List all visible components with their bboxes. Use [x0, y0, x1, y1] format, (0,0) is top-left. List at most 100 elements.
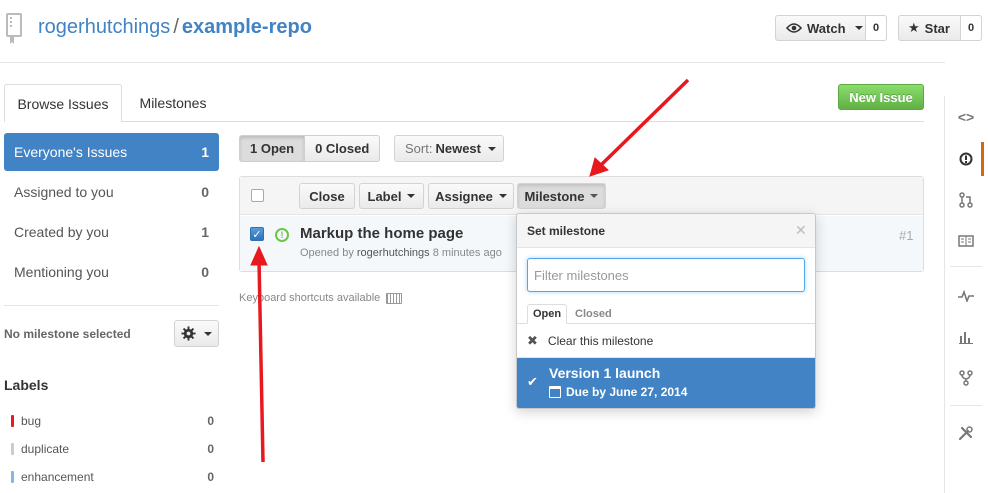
issue-author-link[interactable]: rogerhutchings	[357, 247, 430, 259]
issue-title-link[interactable]: Markup the home page	[300, 225, 463, 242]
repo-icon	[6, 13, 22, 44]
filter-count: 0	[201, 184, 209, 200]
clear-milestone-label: Clear this milestone	[547, 333, 654, 348]
label-count: 0	[207, 470, 214, 484]
issues-icon[interactable]	[948, 144, 984, 174]
filter-everyones-issues[interactable]: Everyone's Issues 1	[4, 133, 219, 171]
filter-assigned-to-you[interactable]: Assigned to you 0	[4, 173, 219, 211]
new-issue-button[interactable]: New Issue	[838, 84, 924, 110]
tab-closed-milestones[interactable]: Closed	[575, 304, 612, 324]
close-icon[interactable]: ✕	[795, 222, 807, 239]
chevron-down-icon	[854, 26, 863, 30]
issue-number: #1	[899, 228, 914, 243]
issue-opened-prefix: Opened by	[300, 247, 354, 259]
issue-select-checkbox[interactable]: ✓	[250, 227, 264, 241]
repo-owner-link[interactable]: rogerhutchings	[38, 16, 170, 38]
label-name: enhancement	[21, 470, 94, 484]
milestone-filter-status: No milestone selected	[4, 327, 131, 341]
issue-opened-icon: !	[275, 228, 289, 242]
sort-prefix: Sort:	[405, 141, 433, 156]
milestone-due-text: Due by June 27, 2014	[566, 385, 688, 399]
tab-browse-issues[interactable]: Browse Issues	[4, 84, 122, 122]
wiki-icon[interactable]	[948, 226, 984, 256]
clear-milestone-item[interactable]: ✖ Clear this milestone	[517, 324, 815, 358]
keyboard-shortcuts-text: Keyboard shortcuts available	[239, 292, 381, 304]
close-issues-button[interactable]: Close	[299, 183, 355, 209]
keyboard-icon	[386, 292, 403, 304]
issue-state-toggle: 1 Open 0 Closed	[239, 135, 381, 162]
chevron-down-icon	[488, 146, 496, 151]
chevron-down-icon	[407, 194, 416, 198]
assignee-dropdown-button[interactable]: Assignee	[428, 183, 514, 209]
popup-title: Set milestone	[517, 214, 815, 248]
sort-value: Newest	[435, 141, 481, 156]
filter-milestones-input[interactable]	[527, 258, 805, 292]
watch-count[interactable]: 0	[866, 15, 887, 41]
assignee-dropdown-text: Assignee	[435, 188, 493, 204]
star-button[interactable]: ★ Star	[898, 15, 961, 41]
check-icon: ✔	[527, 374, 538, 389]
milestone-dropdown-text: Milestone	[524, 188, 585, 204]
annotation-arrow-checkbox	[257, 259, 265, 463]
milestone-dropdown-button[interactable]: Milestone	[517, 183, 606, 209]
eye-icon	[786, 23, 802, 33]
graphs-icon[interactable]	[948, 322, 984, 352]
milestone-settings-button[interactable]	[174, 320, 219, 347]
milestone-due: Due by June 27, 2014	[549, 385, 687, 399]
filter-count: 1	[201, 144, 209, 160]
repo-separator: /	[173, 16, 179, 38]
chevron-down-icon	[590, 194, 599, 198]
tabs-divider	[4, 121, 924, 122]
closed-issues-button[interactable]: 0 Closed	[305, 135, 381, 162]
sidebar-divider	[4, 305, 219, 306]
label-count: 0	[207, 442, 214, 456]
tab-milestones[interactable]: Milestones	[124, 84, 222, 122]
filter-count: 1	[201, 224, 209, 240]
label-color-swatch	[11, 415, 14, 427]
keyboard-shortcuts-hint[interactable]: Keyboard shortcuts available	[239, 292, 403, 304]
header-divider	[0, 62, 945, 63]
rail-divider	[950, 266, 982, 267]
label-name: duplicate	[21, 442, 70, 456]
filter-created-by-you[interactable]: Created by you 1	[4, 213, 219, 251]
label-duplicate[interactable]: duplicate 0	[4, 439, 214, 459]
star-count[interactable]: 0	[961, 15, 982, 41]
label-color-swatch	[11, 443, 14, 455]
milestone-popup: Set milestone ✕ Open Closed ✖ Clear this…	[516, 213, 816, 409]
label-bug[interactable]: bug 0	[4, 411, 214, 431]
sort-dropdown[interactable]: Sort: Newest	[394, 135, 504, 162]
close-icon: ✖	[527, 332, 538, 348]
star-icon: ★	[908, 20, 920, 35]
select-all-checkbox[interactable]	[251, 189, 264, 202]
filter-mentioning-you[interactable]: Mentioning you 0	[4, 253, 219, 291]
star-label: Star	[924, 20, 950, 36]
repo-name-link[interactable]: example-repo	[182, 16, 312, 38]
chevron-down-icon	[498, 194, 507, 198]
rail-divider	[950, 405, 982, 406]
calendar-icon	[549, 386, 561, 398]
pull-request-icon[interactable]	[948, 185, 984, 215]
label-dropdown-button[interactable]: Label	[359, 183, 424, 209]
watch-label: Watch	[807, 20, 846, 36]
label-count: 0	[207, 414, 214, 428]
open-issues-button[interactable]: 1 Open	[239, 135, 306, 162]
label-dropdown-text: Label	[367, 188, 402, 204]
code-icon[interactable]: <>	[948, 102, 984, 132]
watch-button[interactable]: Watch	[775, 15, 866, 41]
issue-time: 8 minutes ago	[432, 247, 502, 259]
issue-meta: Opened by rogerhutchings 8 minutes ago	[300, 247, 502, 259]
label-enhancement[interactable]: enhancement 0	[4, 467, 214, 487]
milestone-title: Version 1 launch	[549, 365, 661, 381]
filter-label: Mentioning you	[14, 264, 109, 280]
network-icon[interactable]	[948, 363, 984, 393]
pulse-icon[interactable]	[948, 281, 984, 311]
milestone-item-selected[interactable]: ✔ Version 1 launch Due by June 27, 2014	[517, 358, 815, 408]
filter-count: 0	[201, 264, 209, 280]
gear-icon	[181, 326, 196, 341]
filter-label: Everyone's Issues	[14, 144, 128, 160]
tab-open-milestones[interactable]: Open	[527, 304, 567, 324]
annotation-arrow-milestone	[598, 78, 690, 168]
settings-icon[interactable]	[948, 418, 984, 448]
chevron-down-icon	[204, 331, 212, 336]
labels-heading: Labels	[4, 377, 49, 393]
